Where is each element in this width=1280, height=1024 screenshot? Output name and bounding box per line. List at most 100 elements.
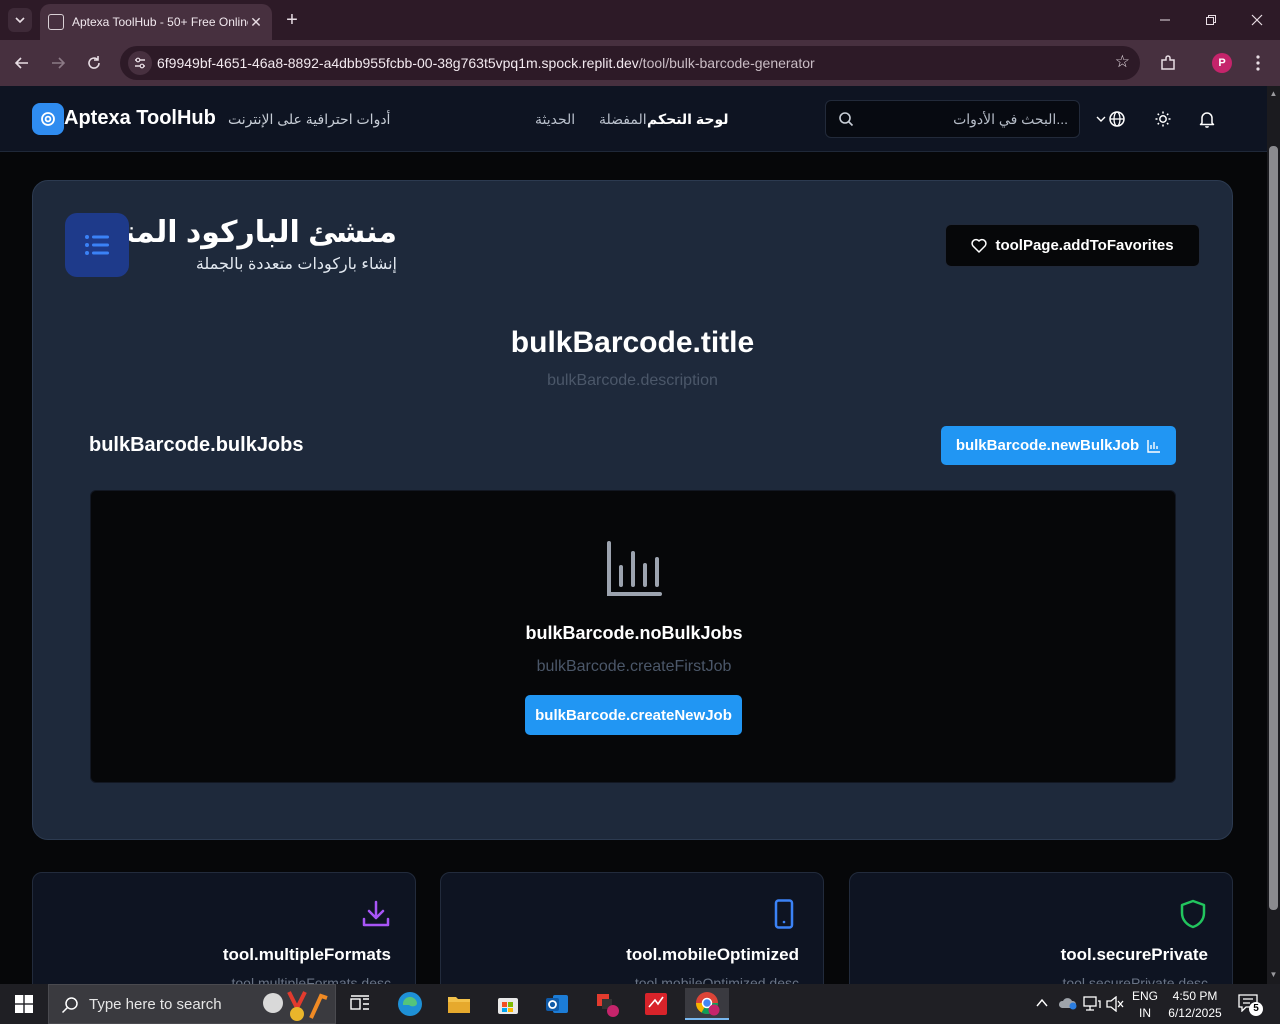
notification-center-button[interactable]: 5 (1238, 994, 1263, 1016)
browser-tab-bar: Aptexa ToolHub - 50+ Free Online ✕ + (0, 0, 1280, 40)
sun-icon (1155, 111, 1171, 127)
create-new-job-button[interactable]: bulkBarcode.createNewJob (525, 695, 742, 735)
create-first-job-hint: bulkBarcode.createFirstJob (536, 658, 732, 675)
store-taskbar-app[interactable] (488, 988, 528, 1020)
tool-icon (65, 213, 129, 277)
gear-logo-icon (41, 112, 55, 126)
extensions-button[interactable] (1156, 51, 1180, 75)
brand-tagline: أدوات احترافية على الإنترنت (228, 111, 391, 127)
start-button[interactable] (0, 984, 48, 1024)
restore-button[interactable] (1188, 0, 1234, 40)
nav-link-recent[interactable]: الحديثة (535, 111, 575, 128)
chevron-down-icon (15, 17, 25, 24)
no-bulk-jobs-title: bulkBarcode.noBulkJobs (525, 623, 743, 643)
windows-taskbar: Type here to search ENG IN 4:50 PM 6/12/… (0, 984, 1280, 1024)
heart-icon (971, 238, 988, 253)
volume-muted-icon[interactable] (1106, 996, 1124, 1012)
new-tab-button[interactable]: + (282, 8, 302, 32)
shield-icon (1180, 899, 1206, 929)
language-indicator-top[interactable]: ENG (1130, 989, 1160, 1003)
logo[interactable] (32, 103, 64, 135)
minimize-button[interactable] (1142, 0, 1188, 40)
edge-taskbar-app[interactable] (390, 988, 430, 1020)
browser-toolbar: 6f9949bf-4651-46a8-8892-a4dbb955fcbb-00-… (0, 40, 1280, 86)
clock-date[interactable]: 6/12/2025 (1164, 1006, 1226, 1020)
bulk-title: bulkBarcode.title (510, 326, 755, 359)
list-icon (85, 235, 109, 255)
outlook-taskbar-app[interactable] (537, 988, 577, 1020)
restore-icon (1206, 15, 1216, 25)
search-icon (61, 997, 78, 1014)
chrome-icon (696, 992, 720, 1016)
add-to-favorites-button[interactable]: toolPage.addToFavorites (945, 224, 1200, 267)
bar-chart-icon (1147, 439, 1161, 453)
site-header: Aptexa ToolHub أدوات احترافية على الإنتر… (0, 86, 1267, 152)
search-input[interactable] (862, 107, 1068, 131)
back-button[interactable] (10, 51, 34, 75)
nav-link-favorites[interactable]: المفضلة (599, 111, 647, 128)
pdf-taskbar-app[interactable] (636, 988, 676, 1020)
file-explorer-taskbar-app[interactable] (439, 988, 479, 1020)
taskbar-search-box[interactable]: Type here to search (48, 984, 336, 1024)
url-host: 6f9949bf-4651-46a8-8892-a4dbb955fcbb-00-… (157, 55, 639, 71)
url-text: 6f9949bf-4651-46a8-8892-a4dbb955fcbb-00-… (157, 55, 815, 71)
tool-subtitle: إنشاء باركودات متعددة بالجملة (195, 256, 397, 273)
search-icon (839, 112, 854, 127)
brand-name[interactable]: Aptexa ToolHub (64, 107, 216, 130)
browser-tab[interactable]: Aptexa ToolHub - 50+ Free Online ✕ (40, 4, 272, 40)
scroll-down-arrow-icon[interactable]: ▼ (1269, 970, 1278, 979)
more-vertical-icon (1256, 55, 1260, 71)
pinned-app-taskbar[interactable] (587, 988, 627, 1020)
chevron-down-icon (1096, 116, 1106, 122)
notification-count-badge: 5 (1249, 1002, 1263, 1016)
close-window-button[interactable] (1234, 0, 1280, 40)
new-bulk-job-label: bulkBarcode.newBulkJob (955, 437, 1140, 454)
tab-title: Aptexa ToolHub - 50+ Free Online (72, 15, 248, 29)
theme-toggle-button[interactable] (1152, 108, 1174, 130)
tool-title: منشئ الباركود المتعدد (129, 216, 397, 249)
bulk-jobs-heading: bulkBarcode.bulkJobs (89, 434, 304, 456)
new-bulk-job-button[interactable]: bulkBarcode.newBulkJob (941, 426, 1176, 465)
forward-button[interactable] (46, 51, 70, 75)
cloud-icon[interactable] (1058, 995, 1078, 1011)
chevron-up-icon[interactable] (1036, 998, 1048, 1008)
language-button[interactable] (1106, 108, 1128, 130)
clock-time[interactable]: 4:50 PM (1164, 989, 1226, 1003)
tab-search-button[interactable] (8, 8, 32, 32)
smartphone-icon (774, 899, 794, 929)
chrome-taskbar-app[interactable] (685, 988, 729, 1020)
add-to-favorites-label: toolPage.addToFavorites (995, 237, 1174, 254)
address-bar[interactable]: 6f9949bf-4651-46a8-8892-a4dbb955fcbb-00-… (120, 46, 1140, 80)
taskbar-search-placeholder: Type here to search (89, 995, 222, 1013)
page-scrollbar[interactable]: ▲ ▼ (1267, 86, 1280, 984)
profile-avatar[interactable]: P (1212, 53, 1232, 73)
arrow-right-icon (52, 57, 66, 69)
windows-logo-icon (15, 995, 33, 1013)
reload-button[interactable] (82, 51, 106, 75)
minimize-icon (1160, 19, 1170, 21)
network-icon[interactable] (1083, 996, 1101, 1012)
close-tab-icon[interactable]: ✕ (248, 14, 264, 31)
task-view-button[interactable] (340, 988, 380, 1020)
language-indicator-bottom[interactable]: IN (1130, 1006, 1160, 1020)
feature-title: tool.securePrivate (1060, 945, 1208, 964)
bell-icon (1199, 112, 1215, 128)
empty-jobs-panel: bulkBarcode.noBulkJobs bulkBarcode.creat… (90, 490, 1176, 783)
browser-menu-button[interactable] (1246, 51, 1270, 75)
close-icon (1251, 14, 1263, 26)
feature-title: tool.mobileOptimized (626, 945, 799, 964)
site-favicon-icon (48, 14, 64, 30)
create-new-job-label: bulkBarcode.createNewJob (535, 706, 732, 724)
search-box (825, 100, 1080, 138)
site-info-icon[interactable] (128, 51, 152, 75)
notifications-button[interactable] (1196, 108, 1218, 130)
feature-card-multiple-formats: tool.multipleFormats tool.multipleFormat… (32, 872, 416, 1002)
app-icon (597, 994, 619, 1017)
bar-chart-icon (607, 541, 662, 596)
nav-link-dashboard[interactable]: لوحة التحكم (647, 111, 728, 128)
pdf-icon (645, 993, 667, 1015)
bookmark-star-icon[interactable]: ☆ (1115, 52, 1130, 72)
outlook-icon (546, 995, 568, 1013)
scroll-up-arrow-icon[interactable]: ▲ (1269, 89, 1278, 98)
scrollbar-thumb[interactable] (1269, 146, 1278, 910)
